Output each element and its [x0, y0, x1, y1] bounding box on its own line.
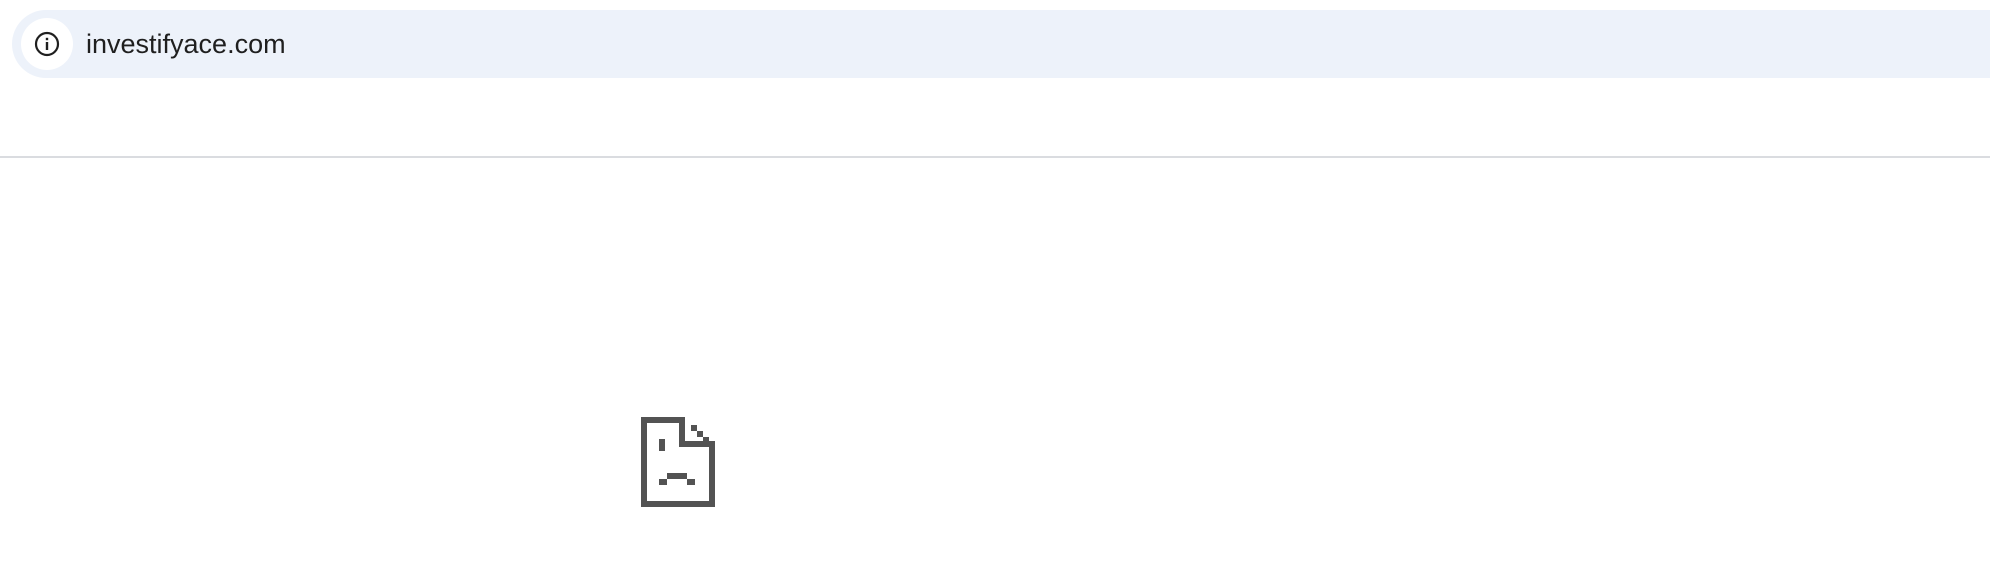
page-content — [0, 158, 1990, 580]
info-circle-icon — [34, 31, 60, 57]
site-info-button[interactable] — [21, 18, 73, 70]
sad-page-icon — [641, 417, 715, 507]
url-text[interactable]: investifyace.com — [86, 10, 286, 78]
browser-toolbar: investifyace.com — [0, 0, 1990, 158]
address-bar[interactable]: investifyace.com — [12, 10, 1990, 78]
